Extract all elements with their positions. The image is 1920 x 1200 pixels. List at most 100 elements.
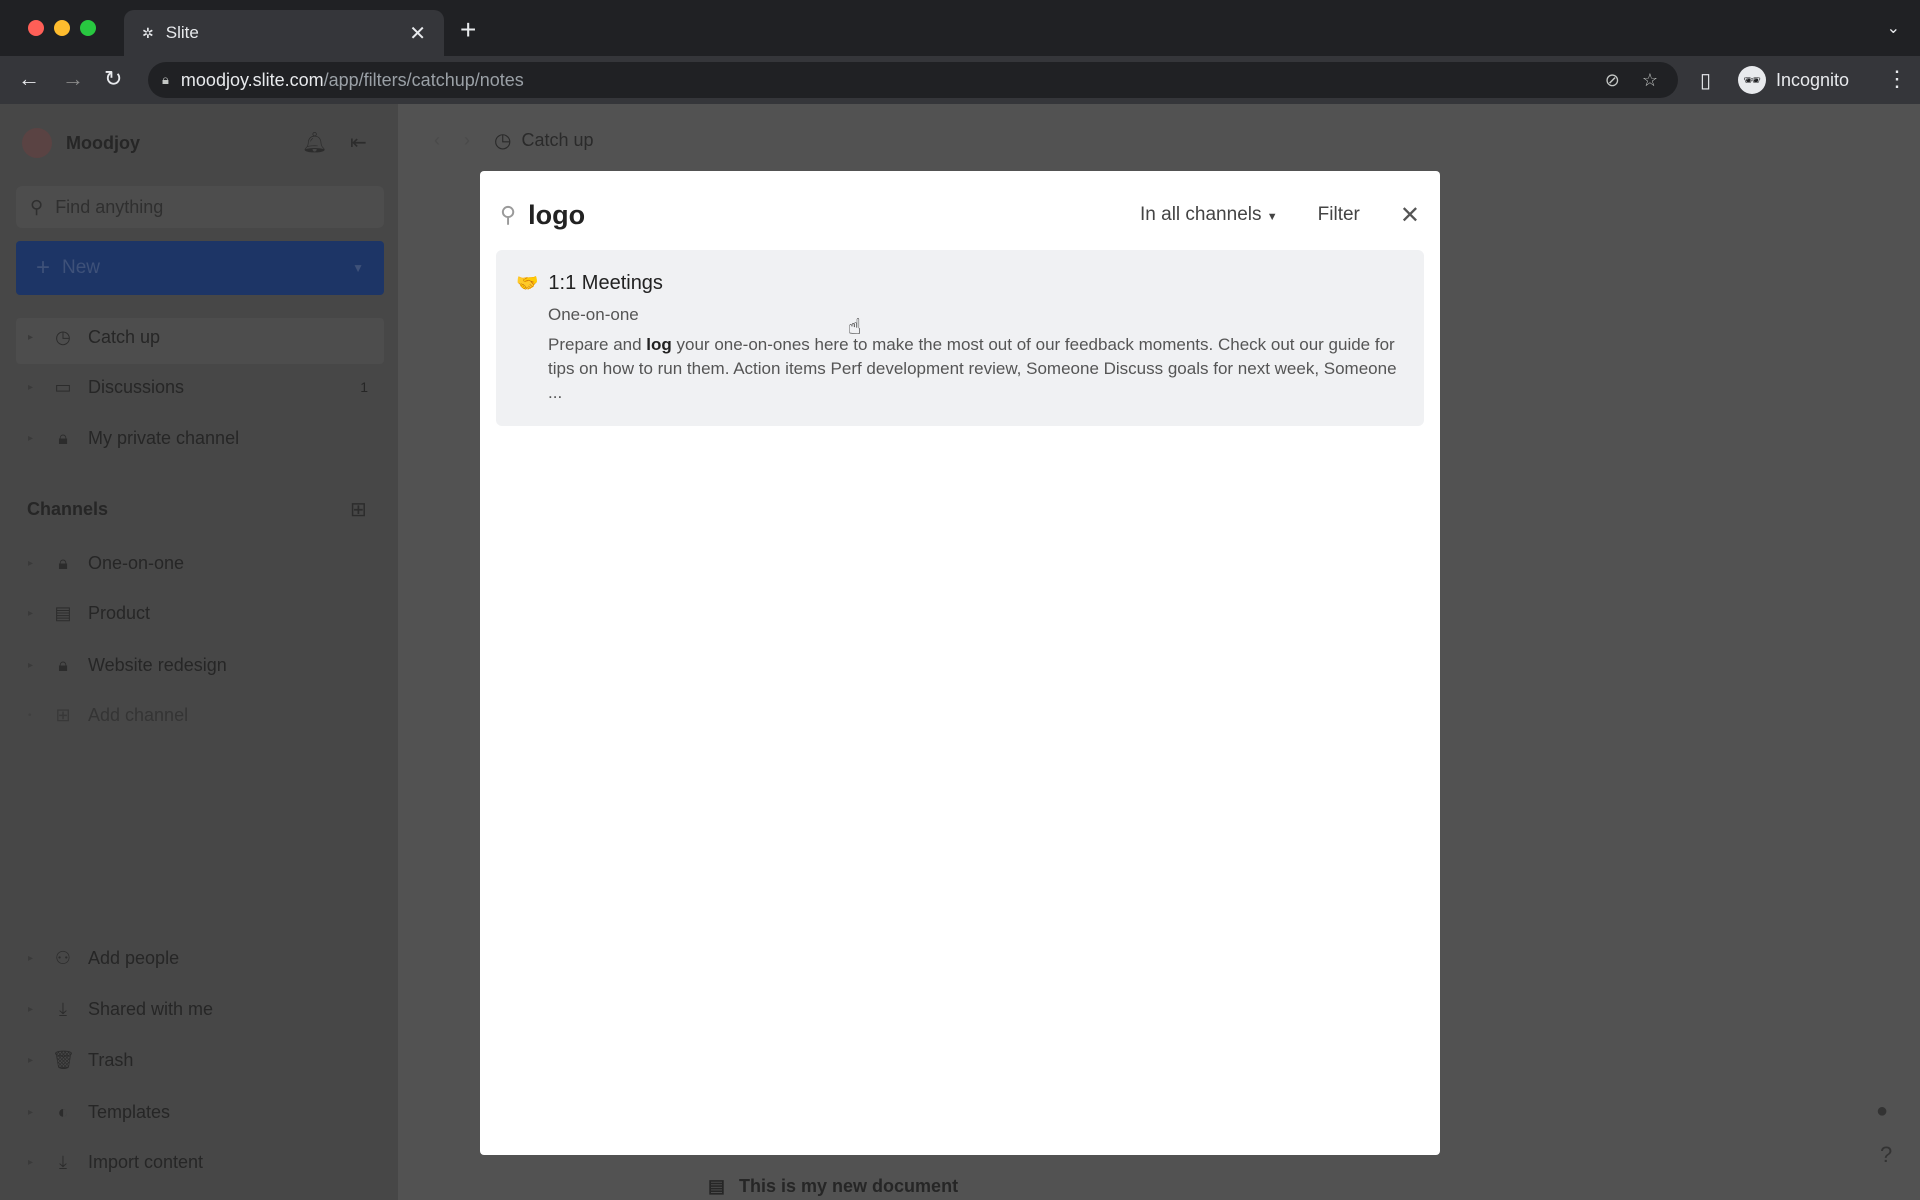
- side-panel-icon[interactable]: ▯: [1700, 68, 1711, 93]
- sidebar-item-catch-up[interactable]: ▸ ◷ Catch up: [28, 322, 160, 352]
- trash-icon: 🗑︎: [52, 1049, 75, 1070]
- clock-icon: ◷: [55, 326, 71, 347]
- channel-label: Product: [88, 602, 151, 623]
- caret-icon: ▸: [28, 432, 34, 444]
- bookmark-star-icon[interactable]: ☆: [1642, 70, 1658, 91]
- workspace-avatar[interactable]: [22, 128, 52, 158]
- url-host: moodjoy.slite.com: [180, 69, 324, 90]
- caret-icon: ▸: [28, 659, 34, 671]
- caret-icon: •: [28, 709, 32, 721]
- forward-icon[interactable]: →: [62, 66, 84, 92]
- reload-icon[interactable]: ↻: [104, 66, 122, 92]
- channel-label: One-on-one: [88, 552, 185, 573]
- forward-nav-icon[interactable]: ›: [464, 130, 470, 151]
- browser-toolbar: ← → ↻ 🔒︎ moodjoy.slite.com/app/filters/c…: [0, 56, 1920, 104]
- document-list-item[interactable]: ▤ This is my new document: [708, 1176, 958, 1197]
- caret-down-icon[interactable]: ▼: [352, 261, 364, 275]
- channel-product[interactable]: ▸ ▤ Product: [28, 598, 150, 628]
- lock-icon: 🔒︎: [58, 427, 68, 448]
- browser-menu-icon[interactable]: ⋮: [1886, 66, 1908, 92]
- result-snippet: Prepare and log your one-on-ones here to…: [548, 333, 1398, 405]
- add-channel-icon: ⊞: [55, 704, 71, 725]
- workspace-name[interactable]: Moodjoy: [66, 133, 140, 154]
- search-icon: ⚲: [500, 202, 517, 227]
- lock-icon: 🔒︎: [162, 72, 169, 87]
- search-bar: ⚲ logo In all channels ▼ Filter ✕: [500, 193, 1420, 237]
- doc-title: This is my new document: [739, 1176, 959, 1196]
- channels-header: Channels: [27, 499, 109, 519]
- caret-icon: ▸: [28, 1003, 34, 1015]
- import-icon: ⤓: [59, 1151, 67, 1172]
- hand-cursor-icon: ☝︎: [848, 314, 862, 339]
- footer-label: Import content: [88, 1151, 204, 1172]
- collapse-sidebar-icon[interactable]: ⇤: [350, 130, 367, 155]
- caret-icon: ▸: [28, 607, 34, 619]
- profile-label: Incognito: [1776, 69, 1850, 90]
- sidebar-item-discussions[interactable]: ▸ ▭ Discussions 1: [28, 372, 368, 402]
- result-channel: One-on-one: [548, 305, 639, 324]
- channel-scope-dropdown[interactable]: In all channels ▼: [1140, 204, 1278, 226]
- channel-one-on-one[interactable]: ▸ 🔒︎ One-on-one: [28, 548, 184, 578]
- close-icon[interactable]: ✕: [1400, 201, 1420, 230]
- back-nav-icon[interactable]: ‹: [434, 130, 440, 151]
- close-window-button[interactable]: [28, 20, 44, 36]
- search-placeholder: Find anything: [55, 196, 164, 217]
- add-person-icon: ⚇: [54, 947, 72, 968]
- new-channel-icon[interactable]: ⊞: [350, 497, 367, 522]
- caret-icon: ▸: [28, 331, 34, 343]
- handshake-emoji-icon: 🤝: [516, 273, 539, 293]
- caret-icon: ▸: [28, 1156, 34, 1168]
- profile-button[interactable]: 🕶︎ Incognito: [1738, 62, 1849, 98]
- address-bar[interactable]: 🔒︎ moodjoy.slite.com/app/filters/catchup…: [148, 62, 1678, 98]
- add-channel-button[interactable]: • ⊞ Add channel: [28, 700, 188, 730]
- search-input[interactable]: ⚲ Find anything: [16, 186, 384, 228]
- new-label: New: [62, 257, 101, 278]
- result-title: 1:1 Meetings: [548, 272, 663, 294]
- channel-label: Add channel: [88, 704, 189, 725]
- eye-off-icon[interactable]: ⊘: [1605, 70, 1620, 91]
- doc-icon: ▤: [54, 602, 72, 623]
- incognito-icon: 🕶︎: [1738, 66, 1766, 94]
- search-query-input[interactable]: logo: [528, 200, 585, 231]
- footer-label: Trash: [88, 1049, 134, 1070]
- theme-icon[interactable]: ●: [1876, 1100, 1888, 1123]
- breadcrumb-catch-up[interactable]: Catch up: [521, 130, 593, 151]
- caret-icon: ▸: [28, 557, 34, 569]
- channel-website-redesign[interactable]: ▸ 🔒︎ Website redesign: [28, 650, 227, 680]
- footer-label: Shared with me: [88, 998, 214, 1019]
- maximize-window-button[interactable]: [80, 20, 96, 36]
- tab-title: Slite: [165, 23, 199, 42]
- url-path: /app/filters/catchup/notes: [323, 69, 524, 90]
- sidebar-item-label: My private channel: [88, 427, 240, 448]
- snippet-text: Prepare and: [548, 335, 647, 354]
- search-icon: ⚲: [30, 196, 44, 217]
- sidebar-item-my-private-channel[interactable]: ▸ 🔒︎ My private channel: [28, 423, 239, 453]
- add-people-button[interactable]: ▸ ⚇ Add people: [28, 943, 179, 973]
- tab-search-chevron-icon[interactable]: ⌄: [1887, 18, 1900, 38]
- clock-icon: ◷: [494, 130, 512, 152]
- trash-button[interactable]: ▸ 🗑︎ Trash: [28, 1045, 133, 1075]
- sidebar-item-label: Discussions: [88, 376, 185, 397]
- search-result[interactable]: 🤝 1:1 Meetings One-on-one Prepare and log…: [496, 250, 1424, 426]
- new-button[interactable]: + New ▼: [16, 241, 384, 295]
- browser-tab[interactable]: ✲ Slite ✕: [124, 10, 444, 56]
- templates-button[interactable]: ▸ ◐ Templates: [28, 1097, 170, 1127]
- browser-tab-bar: ✲ Slite ✕ + ⌄: [0, 0, 1920, 56]
- bell-icon[interactable]: 🔔︎: [302, 130, 327, 155]
- chat-icon: ▭: [54, 376, 72, 397]
- back-icon[interactable]: ←: [18, 66, 40, 92]
- close-tab-icon[interactable]: ✕: [409, 21, 426, 46]
- new-tab-button[interactable]: +: [460, 14, 476, 46]
- lock-icon: 🔒︎: [58, 654, 68, 675]
- templates-icon: ◐: [57, 1101, 69, 1122]
- minimize-window-button[interactable]: [54, 20, 70, 36]
- inbox-icon: ⤓: [59, 998, 67, 1019]
- slite-favicon-icon: ✲: [142, 24, 154, 41]
- help-icon[interactable]: ?: [1880, 1142, 1892, 1168]
- shared-with-me-button[interactable]: ▸ ⤓ Shared with me: [28, 994, 213, 1024]
- filter-button[interactable]: Filter: [1318, 204, 1360, 226]
- channel-label: Website redesign: [88, 654, 227, 675]
- breadcrumb: ‹ › ◷ Catch up: [434, 128, 594, 153]
- import-content-button[interactable]: ▸ ⤓ Import content: [28, 1147, 203, 1177]
- lock-icon: 🔒︎: [58, 552, 68, 573]
